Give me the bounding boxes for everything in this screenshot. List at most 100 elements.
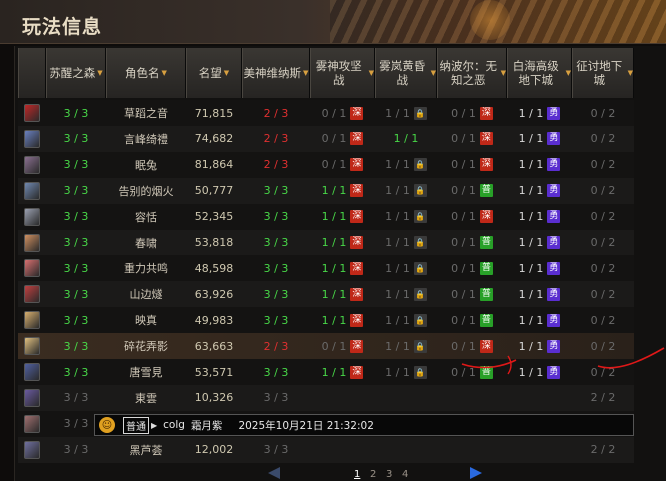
sort-arrow-icon[interactable]: ▼: [501, 66, 506, 80]
fame-value: 50,777: [194, 184, 234, 198]
column-header-fame[interactable]: 名望 ▼: [186, 48, 242, 98]
column-header-forest[interactable]: 苏醒之森 ▼: [46, 48, 106, 98]
table-row[interactable]: 3 / 3 草蹈之音 71,815 2 / 30 / 1深1 / 1 🔒 0 / 1深1 …: [18, 100, 634, 126]
column-header-conquest[interactable]: 征讨地下城 ▼: [572, 48, 634, 98]
character-name-value[interactable]: 東雲: [135, 390, 157, 406]
page-3[interactable]: 3: [386, 469, 392, 480]
column-header-mist[interactable]: 雾神攻坚战 ▼: [310, 48, 375, 98]
page-1[interactable]: 1: [354, 469, 360, 480]
conquest-cell: 0 / 2: [572, 333, 634, 359]
table-row[interactable]: 3 / 3 春啸 53,818 3 / 31 / 1深1 / 1 🔒 0 / 1普1 / …: [18, 229, 634, 256]
mist-cell: 1 / 1深: [310, 204, 375, 230]
character-name-value[interactable]: 重力共鸣: [124, 260, 168, 276]
white-sea-value: 1 / 1: [518, 236, 544, 249]
lock-badge-icon: 🔒: [413, 106, 427, 120]
character-name-cell: 映真: [106, 307, 186, 333]
venus-value: 2 / 3: [263, 158, 289, 172]
avatar: [24, 440, 40, 459]
table-row[interactable]: 3 / 3 容恬 52,345 3 / 31 / 1深1 / 1 🔒 0 / 1深1 / …: [18, 203, 634, 230]
conquest-cell: 0 / 2: [572, 230, 634, 256]
table-row[interactable]: 3 / 3 山边燧 63,926 3 / 31 / 1深1 / 1 🔒 0 / 1普1 /…: [18, 281, 634, 308]
dusk-value: 1 / 1: [385, 158, 410, 172]
table-row[interactable]: 3 / 3 唐雪見 53,571 3 / 31 / 1深1 / 1 🔒 0 / 1普1 /…: [18, 359, 634, 385]
dusk-cell: [375, 437, 437, 463]
napol-value: 0 / 1: [451, 158, 476, 172]
page-4[interactable]: 4: [402, 469, 408, 480]
character-name-value[interactable]: 春啸: [135, 235, 157, 251]
table-row[interactable]: 3 / 3 言峰绮禮 74,682 2 / 30 / 1深1 / 10 / 1深1 /…: [18, 125, 634, 152]
white-sea-cell: 1 / 1勇: [507, 281, 572, 307]
column-header-dusk[interactable]: 雾岚黄昏战 ▼: [375, 48, 437, 98]
dusk-cell: 1 / 1 🔒: [375, 178, 437, 204]
fame-cell: 63,663: [186, 333, 242, 359]
avatar: [24, 104, 40, 122]
sort-arrow-icon[interactable]: ▼: [162, 66, 167, 80]
character-name-value[interactable]: 山边燧: [130, 286, 163, 302]
character-name-cell: 碎花弄影: [106, 333, 186, 359]
table-row[interactable]: 3 / 3 東雲 10,326 3 / 3 2 / 2: [18, 384, 634, 411]
forest-cell: 3 / 3: [46, 178, 106, 204]
table-row[interactable]: 3 / 3 重力共鸣 48,598 3 / 31 / 1深1 / 1 🔒 0 / 1普1 …: [18, 255, 634, 282]
napol-cell: 0 / 1普: [437, 230, 507, 256]
character-name-value[interactable]: 草蹈之音: [124, 105, 168, 121]
character-name-cell: 重力共鸣: [106, 255, 186, 281]
column-header-name[interactable]: 角色名 ▼: [106, 48, 186, 98]
mist-cell: 1 / 1深: [310, 307, 375, 333]
venus-value: 3 / 3: [263, 184, 289, 198]
sort-arrow-icon[interactable]: ▼: [97, 66, 102, 80]
character-name-value[interactable]: 黑芦荟: [130, 442, 163, 458]
conquest-value: 0 / 2: [590, 261, 616, 275]
column-header-white[interactable]: 白海高级地下城 ▼: [507, 48, 572, 98]
white-sea-cell: [507, 437, 572, 463]
character-name-value[interactable]: 容恬: [135, 209, 157, 225]
character-name-cell: 草蹈之音: [106, 100, 186, 126]
source-label: colg: [163, 419, 185, 431]
character-name-value[interactable]: 言峰绮禮: [124, 131, 168, 147]
character-name-value[interactable]: 唐雪見: [130, 364, 163, 380]
sort-arrow-icon[interactable]: ▼: [628, 66, 633, 80]
fame-cell: 12,002: [186, 437, 242, 463]
mist-cell: 1 / 1深: [310, 359, 375, 385]
column-header-napol[interactable]: 纳波尔：无知之恶 ▼: [437, 48, 507, 98]
sort-arrow-icon[interactable]: ▼: [369, 66, 374, 80]
conquest-value: 2 / 2: [590, 443, 616, 457]
mist-value: 0 / 1: [321, 106, 347, 120]
sort-arrow-icon[interactable]: ▼: [303, 66, 308, 80]
channel-label[interactable]: 普通: [123, 416, 149, 434]
napol-value: 0 / 1: [451, 313, 476, 327]
fame-cell: 74,682: [186, 126, 242, 152]
character-name-value[interactable]: 碎花弄影: [124, 338, 168, 354]
avatar: [24, 233, 40, 252]
avatar-cell: [18, 359, 46, 385]
avatar-cell: [18, 152, 46, 178]
column-header-venus[interactable]: 美神维纳斯 ▼: [242, 48, 310, 98]
table-row[interactable]: 3 / 3 告别的烟火 50,777 3 / 31 / 1深1 / 1 🔒 0 / 1普1…: [18, 177, 634, 204]
sort-arrow-icon[interactable]: ▼: [224, 66, 229, 80]
character-name-value[interactable]: 映真: [135, 312, 157, 328]
table-row[interactable]: 3 / 3 眠兔 81,864 2 / 30 / 1深1 / 1 🔒 0 / 1深1 / …: [18, 151, 634, 178]
mist-value: 1 / 1: [321, 287, 347, 301]
next-page-icon[interactable]: [470, 467, 482, 479]
user-label: 霜月紫: [190, 419, 223, 432]
character-name-value[interactable]: 告别的烟火: [119, 183, 174, 199]
mist-value: 1 / 1: [321, 261, 347, 275]
sort-arrow-icon[interactable]: ▼: [431, 66, 436, 80]
dusk-cell: 1 / 1 🔒: [375, 230, 437, 256]
sort-arrow-icon[interactable]: ▼: [566, 66, 571, 80]
forest-cell: 3 / 3: [46, 385, 106, 411]
page-2[interactable]: 2: [370, 469, 376, 480]
header-banner: 玩法信息: [0, 0, 666, 44]
avatar-cell: [18, 230, 46, 256]
venus-value: 3 / 3: [263, 443, 289, 457]
table-row[interactable]: 3 / 3 碎花弄影 63,663 2 / 30 / 1深1 / 1 🔒 0 / 1深1 …: [18, 333, 634, 360]
conquest-cell: 2 / 2: [572, 385, 634, 411]
character-name-value[interactable]: 眠兔: [135, 157, 157, 173]
table-row[interactable]: 3 / 3 映真 49,983 3 / 31 / 1深1 / 1 🔒 0 / 1普1 / …: [18, 307, 634, 334]
column-header-label: 雾神攻坚战: [315, 59, 362, 87]
napol-value: 0 / 1: [451, 236, 476, 249]
table-row[interactable]: 3 / 3 黑芦荟 12,002 3 / 3 2 / 2: [18, 436, 634, 463]
napol-value: 0 / 1: [451, 287, 476, 301]
prev-page-icon[interactable]: [268, 467, 280, 479]
hero-badge-icon: 勇: [547, 261, 561, 275]
mist-cell: 0 / 1深: [310, 100, 375, 126]
